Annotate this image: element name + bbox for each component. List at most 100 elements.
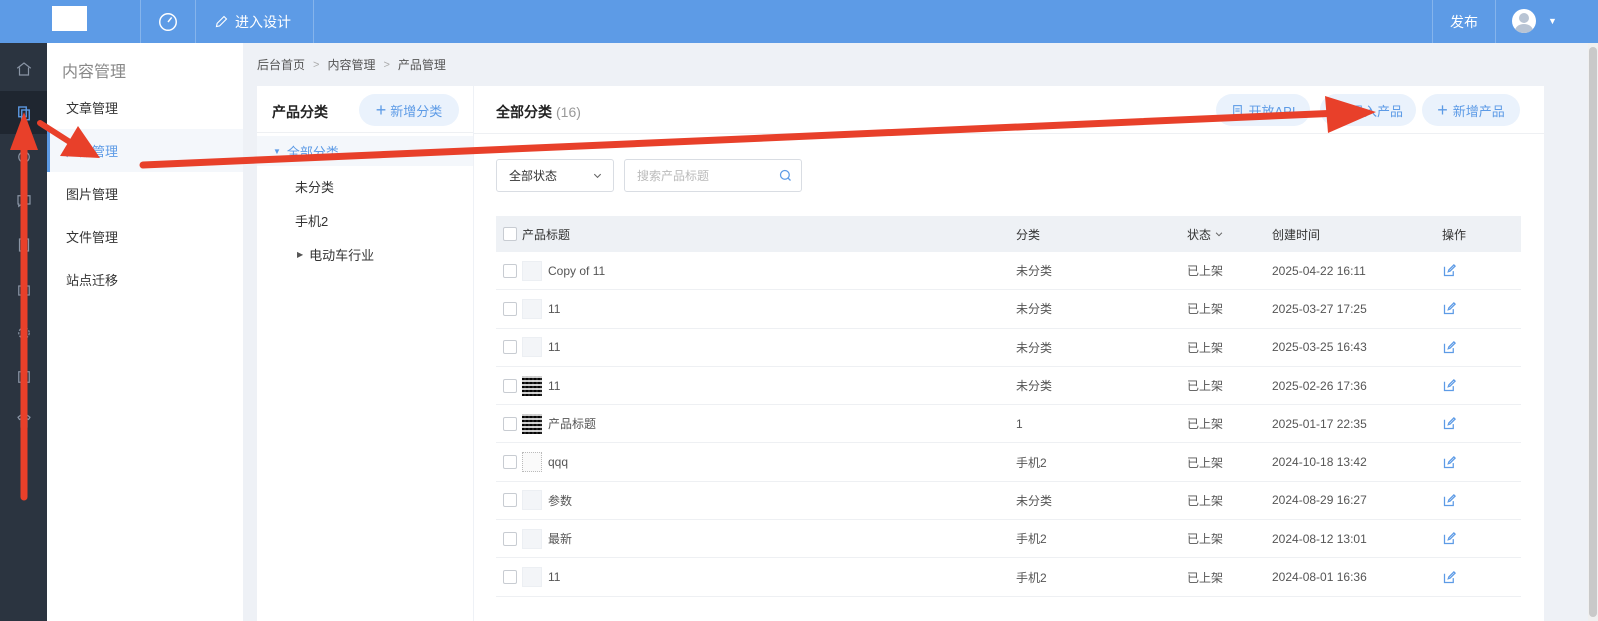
rail-item-content[interactable]	[0, 91, 47, 134]
table-row[interactable]: 11 未分类 已上架 2025-03-27 17:25	[496, 290, 1521, 329]
row-title-cell: 11	[522, 367, 560, 404]
edit-button[interactable]	[1442, 443, 1457, 480]
checkbox[interactable]	[503, 340, 517, 355]
publish-button[interactable]: 发布	[1432, 0, 1496, 43]
import-products-button[interactable]: 导入产品	[1320, 94, 1416, 126]
table-row[interactable]: qqq 手机2 已上架 2024-10-18 13:42	[496, 443, 1521, 482]
rail-item-home[interactable]	[0, 47, 47, 90]
status-select[interactable]: 全部状态	[496, 159, 614, 192]
edit-icon	[1443, 302, 1457, 315]
table-row[interactable]: 最新 手机2 已上架 2024-08-12 13:01	[496, 520, 1521, 559]
product-thumbnail	[522, 413, 542, 434]
category-node-phone2[interactable]: 手机2	[295, 205, 328, 235]
subnav-item-articles[interactable]: 文章管理	[47, 86, 243, 129]
add-category-button[interactable]: + 新增分类	[359, 94, 459, 126]
category-node-label: 全部分类	[286, 144, 339, 160]
edit-button[interactable]	[1442, 405, 1457, 442]
category-node-all[interactable]: ▼ 全部分类	[257, 136, 473, 166]
rail-item-shop[interactable]	[0, 267, 47, 310]
table-row[interactable]: 参数 未分类 已上架 2024-08-29 16:27	[496, 482, 1521, 521]
rail-item-theme[interactable]	[0, 399, 47, 442]
product-title[interactable]: 11	[548, 340, 560, 354]
add-product-button[interactable]: + 新增产品	[1422, 94, 1520, 126]
product-title[interactable]: 11	[548, 302, 560, 316]
row-created: 2025-03-25 16:43	[1272, 340, 1367, 355]
checkbox[interactable]	[503, 493, 517, 508]
header-status[interactable]: 状态	[1187, 216, 1224, 252]
product-title[interactable]: Copy of 11	[548, 264, 605, 278]
row-checkbox[interactable]	[503, 482, 517, 519]
product-table: 产品标题 分类 状态 创建时间 操作 Copy of 11 未分类 已上架 20…	[496, 216, 1521, 597]
row-category: 未分类	[1016, 264, 1053, 279]
caret-down-icon[interactable]: ▼	[273, 147, 281, 156]
checkbox[interactable]	[503, 455, 517, 470]
row-checkbox[interactable]	[503, 558, 517, 595]
edit-button[interactable]	[1442, 367, 1457, 404]
chevron-down-icon[interactable]: ▼	[1548, 16, 1557, 26]
checkbox[interactable]	[503, 263, 517, 278]
category-node-uncategorized[interactable]: 未分类	[295, 171, 334, 201]
product-title[interactable]: 最新	[548, 530, 572, 547]
import-icon	[1334, 105, 1345, 115]
edit-icon	[1443, 455, 1457, 468]
rail-item-docs[interactable]	[0, 223, 47, 266]
edit-button[interactable]	[1442, 482, 1457, 519]
edit-button[interactable]	[1442, 558, 1457, 595]
row-checkbox[interactable]	[503, 520, 517, 557]
select-all-checkbox[interactable]	[503, 216, 517, 252]
checkbox[interactable]	[503, 531, 517, 546]
open-api-button[interactable]: 开放API	[1216, 94, 1310, 126]
product-title[interactable]: 产品标题	[548, 415, 596, 432]
search-icon[interactable]	[778, 168, 793, 183]
subnav-item-products[interactable]: 产品管理	[47, 129, 243, 172]
edit-button[interactable]	[1442, 520, 1457, 557]
product-title[interactable]: 11	[548, 379, 560, 393]
checkbox[interactable]	[503, 570, 517, 585]
checkbox[interactable]	[503, 227, 517, 241]
product-title[interactable]: 11	[548, 570, 560, 584]
row-checkbox[interactable]	[503, 290, 517, 327]
row-checkbox[interactable]	[503, 367, 517, 404]
rail-item-import[interactable]	[0, 355, 47, 398]
table-row[interactable]: 11 手机2 已上架 2024-08-01 16:36	[496, 558, 1521, 597]
caret-right-icon[interactable]: ▶	[297, 250, 303, 259]
table-row[interactable]: 11 未分类 已上架 2025-02-26 17:36	[496, 367, 1521, 406]
table-row[interactable]: 11 未分类 已上架 2025-03-25 16:43	[496, 329, 1521, 367]
breadcrumb-content[interactable]: 内容管理	[327, 56, 375, 73]
page-scrollbar[interactable]	[1588, 43, 1598, 621]
checkbox[interactable]	[503, 378, 517, 393]
rail-item-message[interactable]	[0, 179, 47, 222]
edit-button[interactable]	[1442, 290, 1457, 327]
dashboard-button[interactable]	[140, 0, 196, 43]
scrollbar-thumb[interactable]	[1589, 47, 1597, 617]
row-checkbox[interactable]	[503, 252, 517, 289]
table-row[interactable]: Copy of 11 未分类 已上架 2025-04-22 16:11	[496, 252, 1521, 291]
subnav-item-files[interactable]: 文件管理	[47, 215, 243, 258]
product-title[interactable]: qqq	[548, 455, 568, 469]
product-title[interactable]: 参数	[548, 492, 572, 509]
row-category: 1	[1016, 416, 1023, 431]
rail-item-settings[interactable]	[0, 311, 47, 354]
row-checkbox[interactable]	[503, 329, 517, 366]
row-checkbox[interactable]	[503, 443, 517, 480]
logo[interactable]	[52, 6, 87, 31]
enter-design-button[interactable]: 进入设计	[200, 0, 314, 43]
breadcrumb-home[interactable]: 后台首页	[257, 56, 305, 73]
category-node-ev-industry[interactable]: ▶ 电动车行业	[297, 239, 374, 269]
edit-button[interactable]	[1442, 329, 1457, 366]
checkbox[interactable]	[503, 416, 517, 431]
row-title-cell: 最新	[522, 520, 572, 557]
rail-item-design[interactable]	[0, 135, 47, 178]
category-header: 产品分类 + 新增分类	[257, 86, 473, 133]
edit-button[interactable]	[1442, 252, 1457, 289]
avatar[interactable]	[1512, 9, 1536, 33]
search-input[interactable]	[637, 168, 778, 183]
header-created: 创建时间	[1272, 227, 1321, 242]
subnav-item-site-migration[interactable]: 站点迁移	[47, 258, 243, 301]
product-thumbnail	[522, 337, 542, 358]
row-checkbox[interactable]	[503, 405, 517, 442]
subnav-item-images[interactable]: 图片管理	[47, 172, 243, 215]
checkbox[interactable]	[503, 301, 517, 316]
table-row[interactable]: 产品标题 1 已上架 2025-01-17 22:35	[496, 405, 1521, 444]
row-status: 已上架	[1187, 264, 1224, 279]
